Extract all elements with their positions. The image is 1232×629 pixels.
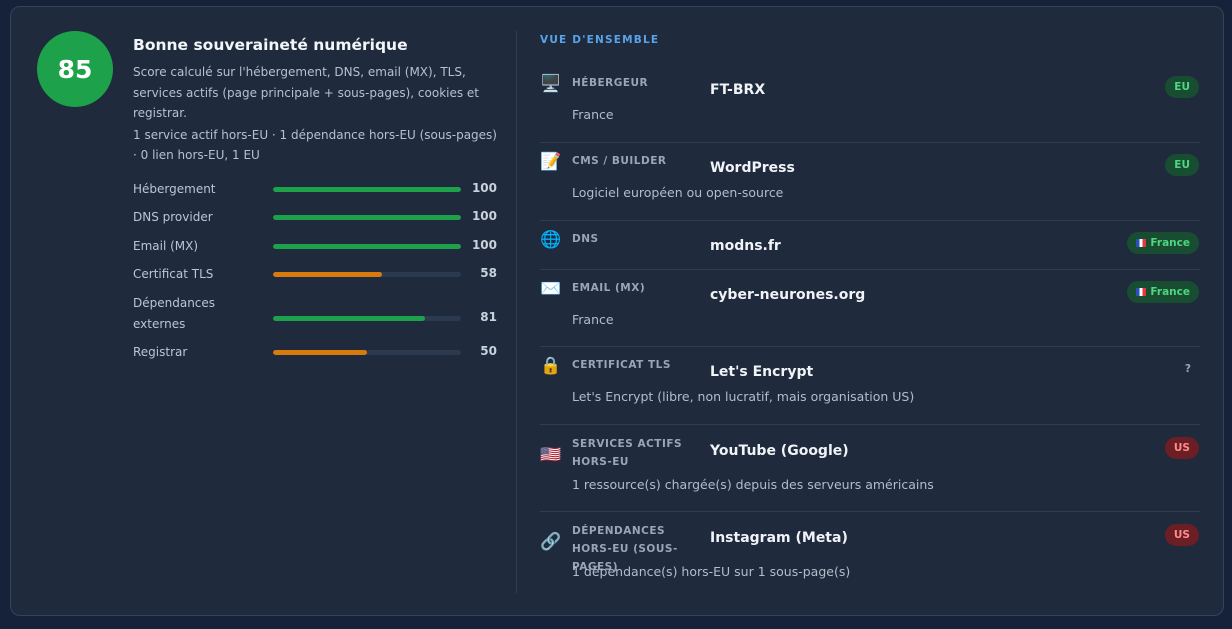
metric-bar bbox=[273, 272, 461, 277]
metric-bar-fill bbox=[273, 215, 461, 220]
metric-bar bbox=[273, 187, 461, 192]
row-category: Hébergeur bbox=[572, 77, 649, 89]
region-badge: EU bbox=[1165, 76, 1199, 98]
envelope-icon: ✉️ bbox=[540, 279, 562, 299]
row-value: WordPress bbox=[710, 160, 795, 176]
score-circle: 85 bbox=[37, 31, 113, 107]
row-value: Instagram (Meta) bbox=[710, 530, 848, 546]
metric-bar bbox=[273, 316, 461, 321]
metric-value: 100 bbox=[471, 209, 497, 223]
overview-row: 🔒 Certificat TLS Let's Encrypt? Let's Encry… bbox=[540, 347, 1200, 425]
metric-bar-fill bbox=[273, 316, 426, 321]
row-note: Logiciel européen ou open-source bbox=[572, 185, 784, 200]
overview-row: 🇺🇸 Services actifs hors-EU YouTube (Google… bbox=[540, 425, 1200, 512]
row-category: DNS bbox=[572, 233, 599, 245]
metric-value: 100 bbox=[471, 181, 497, 195]
row-category: Certificat TLS bbox=[572, 359, 671, 371]
metric-label: Email (MX) bbox=[133, 239, 199, 253]
lock-icon: 🔒 bbox=[540, 356, 562, 376]
metric-value: 50 bbox=[480, 344, 497, 358]
france-flag-icon bbox=[1136, 288, 1147, 296]
row-note: 1 dépendance(s) hors-EU sur 1 sous-page(… bbox=[572, 564, 851, 579]
row-note: France bbox=[572, 312, 614, 327]
metric-bar-fill bbox=[273, 244, 461, 249]
link-icon: 🔗 bbox=[540, 532, 562, 552]
us-flag-icon: 🇺🇸 bbox=[540, 445, 562, 465]
row-value: cyber-neurones.org bbox=[710, 287, 866, 303]
row-value: modns.fr bbox=[710, 238, 781, 254]
row-value: YouTube (Google) bbox=[710, 443, 849, 459]
row-category: CMS / Builder bbox=[572, 155, 667, 167]
metric-label: Hébergement bbox=[133, 182, 216, 196]
region-badge: EU bbox=[1165, 154, 1199, 176]
row-note: France bbox=[572, 107, 614, 122]
metric-bar bbox=[273, 350, 461, 355]
row-category: Email (MX) bbox=[572, 282, 646, 294]
region-badge: France bbox=[1127, 232, 1199, 254]
row-note: 1 ressource(s) chargée(s) depuis des ser… bbox=[572, 477, 934, 492]
row-note: Let's Encrypt (libre, non lucratif, mais… bbox=[572, 389, 915, 404]
metric-bar-fill bbox=[273, 350, 367, 355]
summary-title: Bonne souveraineté numérique bbox=[133, 36, 408, 54]
desktop-icon: 🖥️ bbox=[540, 74, 562, 94]
metric-value: 100 bbox=[471, 238, 497, 252]
overview-row: ✉️ Email (MX) cyber-neurones.org France Fran… bbox=[540, 270, 1200, 347]
summary-block: Bonne souveraineté numérique Score calcu… bbox=[133, 36, 503, 166]
row-value: FT-BRX bbox=[710, 82, 766, 98]
overview-row: 🌐 DNS modns.fr France bbox=[540, 221, 1200, 270]
region-badge: ? bbox=[1184, 363, 1191, 375]
overview-title: VUE D'ENSEMBLE bbox=[540, 34, 660, 46]
sovereignty-card: 85 Bonne souveraineté numérique Score ca… bbox=[10, 6, 1224, 616]
metric-label: Registrar bbox=[133, 345, 188, 359]
region-badge: US bbox=[1164, 524, 1199, 546]
metric-bar-fill bbox=[273, 272, 383, 277]
metric-value: 81 bbox=[480, 310, 497, 324]
metric-label: Certificat TLS bbox=[133, 267, 214, 281]
metric-bar-fill bbox=[273, 187, 461, 192]
memo-icon: 📝 bbox=[540, 152, 562, 172]
metric-bar bbox=[273, 215, 461, 220]
metric-bar bbox=[273, 244, 461, 249]
summary-description: Score calculé sur l'hébergement, DNS, em… bbox=[133, 65, 480, 120]
metric-value: 58 bbox=[480, 266, 497, 280]
metric-label: Dépendances externes bbox=[133, 296, 216, 331]
region-badge: France bbox=[1127, 281, 1199, 303]
globe-icon: 🌐 bbox=[540, 230, 562, 250]
row-value: Let's Encrypt bbox=[710, 364, 814, 380]
column-divider bbox=[516, 31, 517, 593]
overview-row: 📝 CMS / Builder WordPress EU Logiciel europé… bbox=[540, 143, 1200, 221]
metric-label: DNS provider bbox=[133, 210, 213, 224]
france-flag-icon bbox=[1136, 239, 1147, 247]
summary-stats: 1 service actif hors-EU · 1 dépendance h… bbox=[133, 127, 497, 163]
overview-row: 🖥️ Hébergeur FT-BRX EU France bbox=[540, 65, 1200, 143]
overview-row: 🔗 Dépendances hors-EU (sous-pages) Instagr… bbox=[540, 512, 1200, 592]
score-value: 85 bbox=[57, 54, 93, 84]
row-category: Services actifs hors-EU bbox=[572, 438, 683, 468]
region-badge: US bbox=[1164, 437, 1199, 459]
